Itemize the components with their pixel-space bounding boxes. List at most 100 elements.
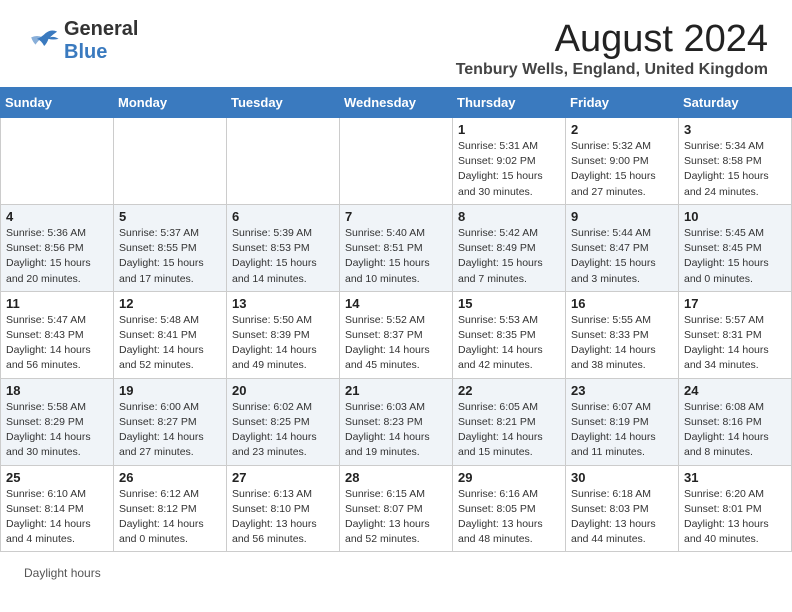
day-info: Sunrise: 5:44 AMSunset: 8:47 PMDaylight:… [571, 226, 673, 287]
calendar-header-row: SundayMondayTuesdayWednesdayThursdayFrid… [1, 88, 792, 118]
calendar-week-row: 11Sunrise: 5:47 AMSunset: 8:43 PMDayligh… [1, 291, 792, 378]
calendar-day-header-thursday: Thursday [453, 88, 566, 118]
logo-blue: Blue [64, 41, 107, 63]
day-info: Sunrise: 6:12 AMSunset: 8:12 PMDaylight:… [119, 487, 221, 548]
day-info: Sunrise: 5:48 AMSunset: 8:41 PMDaylight:… [119, 313, 221, 374]
calendar-cell: 12 Sunrise: 5:48 AMSunset: 8:41 PMDayligh… [114, 291, 227, 378]
month-title: August 2024 [456, 18, 768, 61]
day-info: Sunrise: 6:08 AMSunset: 8:16 PMDaylight:… [684, 400, 786, 461]
day-number: 20 [232, 383, 334, 398]
logo: General Blue [24, 18, 138, 64]
day-info: Sunrise: 6:02 AMSunset: 8:25 PMDaylight:… [232, 400, 334, 461]
day-number: 18 [6, 383, 108, 398]
day-number: 7 [345, 209, 447, 224]
day-info: Sunrise: 6:07 AMSunset: 8:19 PMDaylight:… [571, 400, 673, 461]
day-number: 8 [458, 209, 560, 224]
day-info: Sunrise: 6:03 AMSunset: 8:23 PMDaylight:… [345, 400, 447, 461]
day-info: Sunrise: 5:57 AMSunset: 8:31 PMDaylight:… [684, 313, 786, 374]
day-number: 10 [684, 209, 786, 224]
day-number: 6 [232, 209, 334, 224]
day-info: Sunrise: 5:34 AMSunset: 8:58 PMDaylight:… [684, 139, 786, 200]
calendar-cell [227, 118, 340, 205]
day-info: Sunrise: 5:31 AMSunset: 9:02 PMDaylight:… [458, 139, 560, 200]
logo-bird-icon [24, 27, 60, 55]
day-info: Sunrise: 6:10 AMSunset: 8:14 PMDaylight:… [6, 487, 108, 548]
day-info: Sunrise: 6:13 AMSunset: 8:10 PMDaylight:… [232, 487, 334, 548]
calendar-table: SundayMondayTuesdayWednesdayThursdayFrid… [0, 87, 792, 552]
day-info: Sunrise: 5:55 AMSunset: 8:33 PMDaylight:… [571, 313, 673, 374]
calendar-cell: 10 Sunrise: 5:45 AMSunset: 8:45 PMDayligh… [679, 204, 792, 291]
calendar-cell: 3 Sunrise: 5:34 AMSunset: 8:58 PMDaylight… [679, 118, 792, 205]
day-number: 25 [6, 470, 108, 485]
calendar-week-row: 1Sunrise: 5:31 AMSunset: 9:02 PMDaylight… [1, 118, 792, 205]
calendar-cell: 2Sunrise: 5:32 AMSunset: 9:00 PMDaylight… [566, 118, 679, 205]
day-info: Sunrise: 5:53 AMSunset: 8:35 PMDaylight:… [458, 313, 560, 374]
day-info: Sunrise: 6:00 AMSunset: 8:27 PMDaylight:… [119, 400, 221, 461]
day-number: 3 [684, 122, 786, 137]
day-info: Sunrise: 5:39 AMSunset: 8:53 PMDaylight:… [232, 226, 334, 287]
calendar-cell: 5 Sunrise: 5:37 AMSunset: 8:55 PMDaylight… [114, 204, 227, 291]
day-info: Sunrise: 6:18 AMSunset: 8:03 PMDaylight:… [571, 487, 673, 548]
day-info: Sunrise: 6:16 AMSunset: 8:05 PMDaylight:… [458, 487, 560, 548]
calendar-cell: 4 Sunrise: 5:36 AMSunset: 8:56 PMDaylight… [1, 204, 114, 291]
day-info: Sunrise: 5:36 AMSunset: 8:56 PMDaylight:… [6, 226, 108, 287]
day-info: Sunrise: 5:37 AMSunset: 8:55 PMDaylight:… [119, 226, 221, 287]
day-info: Sunrise: 5:40 AMSunset: 8:51 PMDaylight:… [345, 226, 447, 287]
day-number: 19 [119, 383, 221, 398]
calendar-cell: 16 Sunrise: 5:55 AMSunset: 8:33 PMDayligh… [566, 291, 679, 378]
day-number: 5 [119, 209, 221, 224]
day-number: 9 [571, 209, 673, 224]
calendar-week-row: 4 Sunrise: 5:36 AMSunset: 8:56 PMDaylight… [1, 204, 792, 291]
calendar-cell: 1Sunrise: 5:31 AMSunset: 9:02 PMDaylight… [453, 118, 566, 205]
day-number: 17 [684, 296, 786, 311]
day-number: 14 [345, 296, 447, 311]
calendar-cell: 14 Sunrise: 5:52 AMSunset: 8:37 PMDayligh… [340, 291, 453, 378]
day-number: 16 [571, 296, 673, 311]
calendar-cell: 20 Sunrise: 6:02 AMSunset: 8:25 PMDayligh… [227, 378, 340, 465]
day-number: 28 [345, 470, 447, 485]
calendar-cell: 21 Sunrise: 6:03 AMSunset: 8:23 PMDayligh… [340, 378, 453, 465]
day-info: Sunrise: 5:52 AMSunset: 8:37 PMDaylight:… [345, 313, 447, 374]
calendar-day-header-sunday: Sunday [1, 88, 114, 118]
calendar-week-row: 18 Sunrise: 5:58 AMSunset: 8:29 PMDayligh… [1, 378, 792, 465]
footer: Daylight hours [0, 562, 792, 590]
day-info: Sunrise: 6:05 AMSunset: 8:21 PMDaylight:… [458, 400, 560, 461]
title-area: August 2024 Tenbury Wells, England, Unit… [456, 18, 768, 79]
calendar-week-row: 25 Sunrise: 6:10 AMSunset: 8:14 PMDayligh… [1, 465, 792, 552]
calendar-cell: 23Sunrise: 6:07 AMSunset: 8:19 PMDayligh… [566, 378, 679, 465]
day-number: 31 [684, 470, 786, 485]
calendar-cell: 24 Sunrise: 6:08 AMSunset: 8:16 PMDayligh… [679, 378, 792, 465]
day-number: 13 [232, 296, 334, 311]
calendar-day-header-tuesday: Tuesday [227, 88, 340, 118]
day-info: Sunrise: 6:20 AMSunset: 8:01 PMDaylight:… [684, 487, 786, 548]
day-number: 30 [571, 470, 673, 485]
calendar-day-header-saturday: Saturday [679, 88, 792, 118]
footer-text: Daylight hours [24, 566, 101, 580]
calendar-cell: 29 Sunrise: 6:16 AMSunset: 8:05 PMDayligh… [453, 465, 566, 552]
calendar-cell: 17 Sunrise: 5:57 AMSunset: 8:31 PMDayligh… [679, 291, 792, 378]
day-number: 21 [345, 383, 447, 398]
day-number: 29 [458, 470, 560, 485]
calendar-cell: 27 Sunrise: 6:13 AMSunset: 8:10 PMDayligh… [227, 465, 340, 552]
page-header: General Blue August 2024 Tenbury Wells, … [0, 0, 792, 87]
day-info: Sunrise: 5:32 AMSunset: 9:00 PMDaylight:… [571, 139, 673, 200]
calendar-cell: 9 Sunrise: 5:44 AMSunset: 8:47 PMDaylight… [566, 204, 679, 291]
calendar-day-header-monday: Monday [114, 88, 227, 118]
day-info: Sunrise: 5:58 AMSunset: 8:29 PMDaylight:… [6, 400, 108, 461]
calendar-day-header-friday: Friday [566, 88, 679, 118]
day-number: 27 [232, 470, 334, 485]
day-number: 12 [119, 296, 221, 311]
calendar-cell: 8Sunrise: 5:42 AMSunset: 8:49 PMDaylight… [453, 204, 566, 291]
day-number: 4 [6, 209, 108, 224]
calendar-cell: 28Sunrise: 6:15 AMSunset: 8:07 PMDayligh… [340, 465, 453, 552]
day-info: Sunrise: 5:47 AMSunset: 8:43 PMDaylight:… [6, 313, 108, 374]
calendar-cell: 18 Sunrise: 5:58 AMSunset: 8:29 PMDayligh… [1, 378, 114, 465]
calendar-cell: 6 Sunrise: 5:39 AMSunset: 8:53 PMDaylight… [227, 204, 340, 291]
calendar-cell: 30 Sunrise: 6:18 AMSunset: 8:03 PMDayligh… [566, 465, 679, 552]
day-info: Sunrise: 5:45 AMSunset: 8:45 PMDaylight:… [684, 226, 786, 287]
day-number: 24 [684, 383, 786, 398]
calendar-cell: 15Sunrise: 5:53 AMSunset: 8:35 PMDayligh… [453, 291, 566, 378]
calendar-cell: 13Sunrise: 5:50 AMSunset: 8:39 PMDayligh… [227, 291, 340, 378]
calendar-cell [114, 118, 227, 205]
calendar-cell: 26Sunrise: 6:12 AMSunset: 8:12 PMDayligh… [114, 465, 227, 552]
